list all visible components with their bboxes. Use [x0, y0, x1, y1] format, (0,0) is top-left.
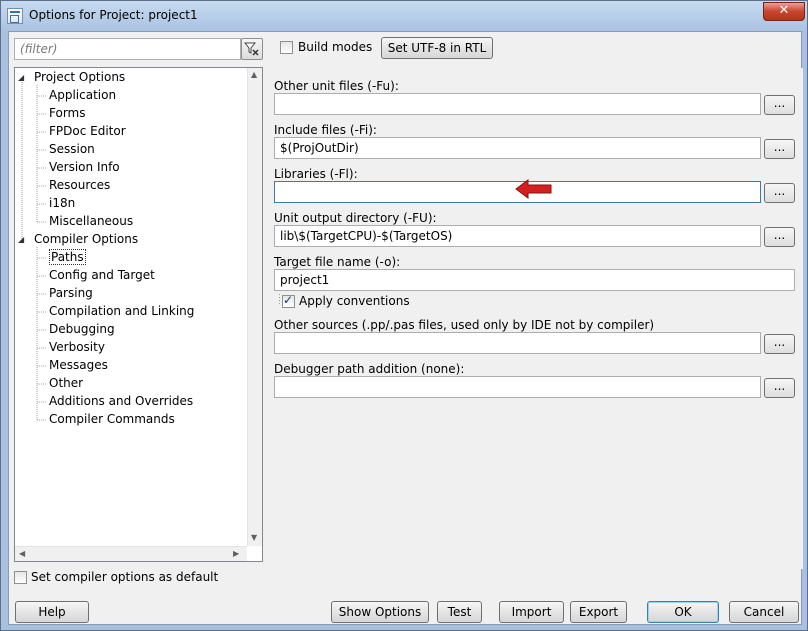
show-options-button[interactable]: Show Options	[331, 601, 429, 623]
other-sources-input[interactable]	[274, 332, 761, 354]
scroll-down-icon[interactable]: ▼	[251, 533, 257, 542]
options-dialog: Options for Project: project1 ✕ (filter)…	[0, 0, 808, 631]
tree-group-project-options[interactable]: Project Options	[34, 69, 125, 86]
tree-item-debugging[interactable]: Debugging	[49, 321, 115, 338]
tree-item-resources[interactable]: Resources	[49, 177, 110, 194]
set-utf8-button[interactable]: Set UTF-8 in RTL	[381, 37, 493, 59]
tree-item-additions-and-overrides[interactable]: Additions and Overrides	[49, 393, 193, 410]
tree-item-label: Session	[49, 142, 95, 156]
tree-item-label: Other	[49, 376, 84, 390]
tree-item-label: FPDoc Editor	[49, 124, 126, 138]
tree-item-i18n[interactable]: i18n	[49, 195, 75, 212]
debugger-path-label: Debugger path addition (none):	[274, 362, 465, 376]
options-tree[interactable]: ◢ Project Options Application Forms FPDoc Ed…	[14, 67, 263, 562]
import-button[interactable]: Import	[499, 601, 564, 623]
tree-item-label: Miscellaneous	[49, 214, 134, 228]
unit-output-dir-browse-button[interactable]: ...	[764, 227, 795, 247]
tree-item-label: Additions and Overrides	[49, 394, 194, 408]
app-icon	[7, 8, 23, 24]
resize-grip[interactable]	[278, 293, 281, 305]
tree-item-session[interactable]: Session	[49, 141, 95, 158]
export-button[interactable]: Export	[570, 601, 627, 623]
tree-collapse-icon[interactable]: ◢	[18, 74, 26, 82]
build-modes-checkbox[interactable]	[280, 41, 293, 54]
debugger-path-input[interactable]	[274, 376, 761, 398]
tree-item-label: Version Info	[49, 160, 120, 174]
include-files-input[interactable]: $(ProjOutDir)	[274, 137, 761, 159]
tree-item-config-and-target[interactable]: Config and Target	[49, 267, 155, 284]
tree-item-compilation-and-linking[interactable]: Compilation and Linking	[49, 303, 194, 320]
include-files-browse-button[interactable]: ...	[764, 139, 795, 159]
tree-item-label: Paths	[49, 249, 86, 265]
libraries-browse-button[interactable]: ...	[764, 183, 795, 203]
tree-item-forms[interactable]: Forms	[49, 105, 85, 122]
tree-item-other[interactable]: Other	[49, 375, 83, 392]
unit-output-dir-label: Unit output directory (-FU):	[274, 211, 437, 225]
paths-panel: Other unit files (-Fu): ... Include file…	[272, 68, 803, 569]
tree-item-version-info[interactable]: Version Info	[49, 159, 120, 176]
ok-button[interactable]: OK	[647, 601, 719, 623]
clear-filter-button[interactable]	[241, 38, 263, 60]
target-file-name-input[interactable]: project1	[274, 269, 795, 291]
other-sources-browse-button[interactable]: ...	[764, 334, 795, 354]
scroll-left-icon[interactable]: ◀	[19, 549, 25, 558]
include-files-label: Include files (-Fi):	[274, 123, 377, 137]
tree-item-fpdoc-editor[interactable]: FPDoc Editor	[49, 123, 126, 140]
tree-item-label: Compiler Commands	[49, 412, 175, 426]
libraries-label: Libraries (-Fl):	[274, 167, 358, 181]
filter-input[interactable]: (filter)	[14, 38, 241, 60]
tree-vertical-scrollbar[interactable]: ▲ ▼	[247, 68, 262, 546]
filter-clear-icon	[244, 42, 259, 56]
tree-item-label: Application	[49, 88, 117, 102]
window-title: Options for Project: project1	[29, 8, 198, 22]
unit-output-dir-input[interactable]: lib\$(TargetCPU)-$(TargetOS)	[274, 225, 761, 247]
tree-item-messages[interactable]: Messages	[49, 357, 108, 374]
tree-group-compiler-options[interactable]: Compiler Options	[34, 231, 138, 248]
scroll-right-icon[interactable]: ▶	[233, 549, 239, 558]
title-bar[interactable]: Options for Project: project1 ✕	[1, 1, 807, 31]
tree-item-verbosity[interactable]: Verbosity	[49, 339, 105, 356]
test-button[interactable]: Test	[437, 601, 482, 623]
tree-item-miscellaneous[interactable]: Miscellaneous	[49, 213, 133, 230]
apply-conventions-label: Apply conventions	[299, 294, 410, 308]
other-sources-label: Other sources (.pp/.pas files, used only…	[274, 318, 655, 332]
cancel-button[interactable]: Cancel	[729, 601, 799, 623]
set-default-label: Set compiler options as default	[31, 570, 219, 584]
other-unit-files-browse-button[interactable]: ...	[764, 95, 795, 115]
close-button[interactable]: ✕	[763, 2, 805, 21]
other-unit-files-label: Other unit files (-Fu):	[274, 79, 399, 93]
apply-conventions-checkbox[interactable]	[282, 293, 295, 308]
tree-item-paths[interactable]: Paths	[49, 249, 86, 266]
dialog-client: (filter) ◢ Project Options Application Form…	[8, 31, 803, 625]
tree-item-label: Debugging	[49, 322, 115, 336]
other-unit-files-input[interactable]	[274, 93, 761, 115]
tree-item-application[interactable]: Application	[49, 87, 116, 104]
red-arrow-icon	[515, 179, 552, 199]
tree-horizontal-scrollbar[interactable]: ◀ ▶	[15, 546, 247, 561]
tree-item-label: Config and Target	[49, 268, 155, 282]
tree-item-label: Verbosity	[49, 340, 105, 354]
debugger-path-browse-button[interactable]: ...	[764, 378, 795, 398]
tree-collapse-icon[interactable]: ◢	[18, 236, 26, 244]
help-button[interactable]: Help	[15, 601, 89, 623]
tree-item-label: Messages	[49, 358, 108, 372]
tree-item-label: i18n	[49, 196, 76, 210]
scroll-up-icon[interactable]: ▲	[251, 70, 257, 79]
tree-item-parsing[interactable]: Parsing	[49, 285, 93, 302]
tree-item-label: Forms	[49, 106, 86, 120]
tree-item-label: Resources	[49, 178, 111, 192]
set-default-checkbox[interactable]	[14, 571, 27, 584]
target-file-name-label: Target file name (-o):	[274, 255, 401, 269]
tree-item-label: Parsing	[49, 286, 93, 300]
tree-item-compiler-commands[interactable]: Compiler Commands	[49, 411, 175, 428]
tree-item-label: Compilation and Linking	[49, 304, 195, 318]
build-modes-label: Build modes	[298, 40, 373, 54]
